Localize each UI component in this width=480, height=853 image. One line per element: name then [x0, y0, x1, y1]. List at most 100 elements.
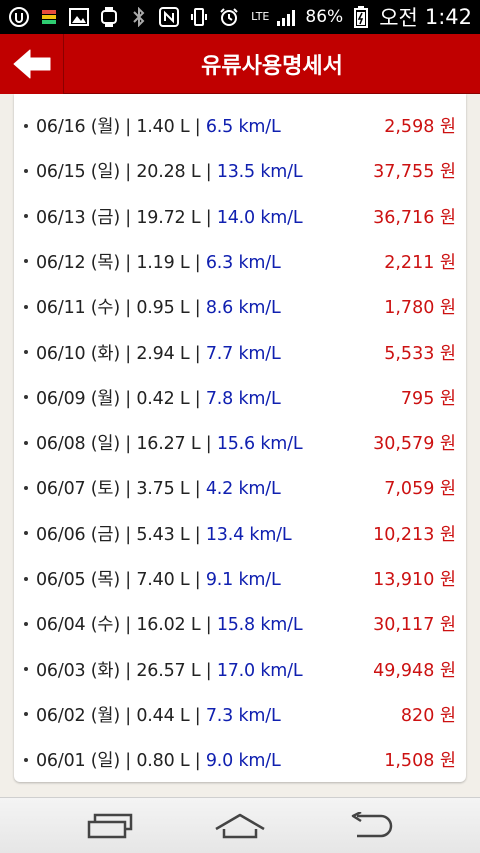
- bullet-icon: [24, 531, 28, 536]
- record-date-volume: 06/01 (일) | 0.80 L |: [36, 751, 206, 772]
- list-item[interactable]: 06/02 (월) | 0.44 L | 7.3 km/L 820 원: [14, 692, 466, 737]
- record-summary: 06/10 (화) | 2.94 L | 7.7 km/L: [36, 340, 281, 365]
- app-header: 유류사용명세서: [0, 34, 480, 94]
- list-item[interactable]: 06/16 (월) | 1.40 L | 6.5 km/L 2,598 원: [14, 103, 466, 148]
- record-summary: 06/01 (일) | 0.80 L | 9.0 km/L: [36, 747, 281, 772]
- record-date-volume: 06/08 (일) | 16.27 L |: [36, 434, 217, 455]
- record-efficiency: 7.8 km/L: [205, 388, 281, 409]
- record-efficiency: 15.6 km/L: [216, 434, 303, 455]
- list-item[interactable]: 06/11 (수) | 0.95 L | 8.6 km/L 1,780 원: [14, 284, 466, 329]
- record-amount: 30,117 원: [373, 615, 456, 636]
- record-amount: 13,910 원: [373, 570, 456, 590]
- home-button[interactable]: [205, 806, 275, 846]
- nfc-icon: [158, 7, 180, 27]
- record-amount: 36,716 원: [373, 207, 456, 228]
- list-item[interactable]: 06/15 (일) | 20.28 L | 13.5 km/L 37,755 원: [14, 148, 466, 193]
- bullet-icon: [24, 485, 28, 490]
- page-title: 유류사용명세서: [201, 54, 343, 79]
- record-summary: 06/02 (월) | 0.44 L | 7.3 km/L: [36, 702, 281, 727]
- stack-notification-icon: [38, 7, 60, 27]
- list-item[interactable]: 06/09 (월) | 0.42 L | 7.8 km/L 795 원: [14, 375, 466, 420]
- vibrate-icon: [188, 7, 210, 27]
- list-item[interactable]: 06/12 (목) | 1.19 L | 6.3 km/L 2,211 원: [14, 239, 466, 284]
- bullet-icon: [24, 757, 28, 762]
- back-icon: [351, 812, 393, 838]
- record-efficiency: 13.5 km/L: [216, 162, 303, 183]
- list-item[interactable]: 06/04 (수) | 16.02 L | 15.8 km/L 30,117 원: [14, 601, 466, 646]
- recent-apps-button[interactable]: [75, 806, 145, 846]
- bullet-icon: [24, 621, 28, 626]
- bullet-icon: [24, 304, 28, 309]
- record-summary: 06/08 (일) | 16.27 L | 15.6 km/L: [36, 430, 303, 455]
- notification-icons: [8, 7, 240, 27]
- clock: 1:42: [424, 5, 472, 29]
- list-item[interactable]: 06/13 (금) | 19.72 L | 14.0 km/L 36,716 원: [14, 194, 466, 239]
- record-efficiency: 9.0 km/L: [205, 751, 281, 772]
- bullet-icon: [24, 712, 28, 717]
- watch-icon: [98, 7, 120, 27]
- record-summary: 06/12 (목) | 1.19 L | 6.3 km/L: [36, 249, 281, 274]
- content-area: 06/16 (월) | 1.40 L | 6.5 km/L 2,598 원 06/1…: [0, 94, 480, 797]
- record-date-volume: 06/13 (금) | 19.72 L |: [36, 207, 217, 228]
- home-icon: [215, 813, 265, 839]
- bullet-icon: [24, 350, 28, 354]
- fuel-records-list[interactable]: 06/16 (월) | 1.40 L | 6.5 km/L 2,598 원 06/1…: [14, 94, 466, 782]
- record-efficiency: 4.2 km/L: [205, 479, 281, 500]
- record-date-volume: 06/05 (목) | 7.40 L |: [36, 570, 206, 590]
- system-back-button[interactable]: [335, 806, 405, 846]
- recent-apps-icon: [87, 813, 133, 839]
- record-date-volume: 06/12 (목) | 1.19 L |: [36, 252, 206, 273]
- bullet-icon: [24, 440, 28, 445]
- bullet-icon: [24, 395, 28, 400]
- record-efficiency: 14.0 km/L: [216, 207, 303, 228]
- record-summary: 06/16 (월) | 1.40 L | 6.5 km/L: [36, 113, 281, 138]
- record-efficiency: 6.3 km/L: [205, 252, 281, 273]
- record-amount: 49,948 원: [373, 660, 456, 681]
- battery-percent: 86%: [305, 7, 344, 27]
- record-efficiency: 17.0 km/L: [216, 660, 303, 681]
- record-summary: 06/05 (목) | 7.40 L | 9.1 km/L: [36, 566, 281, 591]
- record-amount: 1,508 원: [384, 751, 456, 772]
- list-item[interactable]: 06/05 (목) | 7.40 L | 9.1 km/L 13,910 원: [14, 556, 466, 601]
- list-item[interactable]: 06/01 (일) | 0.80 L | 9.0 km/L 1,508 원: [14, 737, 466, 782]
- bullet-icon: [24, 259, 28, 264]
- signal-icon: [276, 7, 298, 27]
- record-summary: 06/09 (월) | 0.42 L | 7.8 km/L: [36, 385, 281, 410]
- record-amount: 10,213 원: [373, 524, 456, 545]
- bullet-icon: [24, 123, 28, 128]
- record-amount: 37,755 원: [373, 162, 456, 183]
- record-efficiency: 6.5 km/L: [205, 117, 281, 137]
- record-summary: 06/03 (화) | 26.57 L | 17.0 km/L: [36, 657, 303, 682]
- record-amount: 2,598 원: [384, 117, 456, 137]
- record-summary: 06/06 (금) | 5.43 L | 13.4 km/L: [36, 521, 292, 546]
- ampm-label: 오전: [379, 6, 418, 30]
- record-efficiency: 7.3 km/L: [205, 705, 281, 726]
- record-amount: 5,533 원: [384, 343, 456, 364]
- record-efficiency: 13.4 km/L: [205, 524, 292, 545]
- bluetooth-icon: [128, 7, 150, 27]
- navigation-bar: [0, 797, 480, 853]
- list-item[interactable]: 06/06 (금) | 5.43 L | 13.4 km/L 10,213 원: [14, 511, 466, 556]
- list-item[interactable]: 06/03 (화) | 26.57 L | 17.0 km/L 49,948 원: [14, 647, 466, 692]
- record-amount: 30,579 원: [373, 434, 456, 455]
- list-item[interactable]: 06/07 (토) | 3.75 L | 4.2 km/L 7,059 원: [14, 465, 466, 510]
- record-summary: 06/11 (수) | 0.95 L | 8.6 km/L: [36, 294, 281, 319]
- record-date-volume: 06/16 (월) | 1.40 L |: [36, 117, 206, 137]
- record-efficiency: 15.8 km/L: [216, 615, 303, 636]
- record-summary: 06/13 (금) | 19.72 L | 14.0 km/L: [36, 204, 303, 229]
- bullet-icon: [24, 667, 28, 672]
- record-amount: 7,059 원: [384, 479, 456, 500]
- record-date-volume: 06/02 (월) | 0.44 L |: [36, 705, 206, 726]
- battery-charging-icon: [350, 6, 372, 28]
- record-efficiency: 9.1 km/L: [205, 570, 281, 590]
- back-button[interactable]: [0, 34, 64, 94]
- network-type: LTE: [251, 10, 270, 23]
- record-date-volume: 06/07 (토) | 3.75 L |: [36, 479, 206, 500]
- list-item[interactable]: 06/08 (일) | 16.27 L | 15.6 km/L 30,579 원: [14, 420, 466, 465]
- list-item[interactable]: 06/10 (화) | 2.94 L | 7.7 km/L 5,533 원: [14, 330, 466, 375]
- bullet-icon: [24, 214, 28, 219]
- record-date-volume: 06/09 (월) | 0.42 L |: [36, 388, 206, 409]
- record-date-volume: 06/06 (금) | 5.43 L |: [36, 524, 206, 545]
- record-date-volume: 06/04 (수) | 16.02 L |: [36, 615, 217, 636]
- record-summary: 06/07 (토) | 3.75 L | 4.2 km/L: [36, 475, 281, 500]
